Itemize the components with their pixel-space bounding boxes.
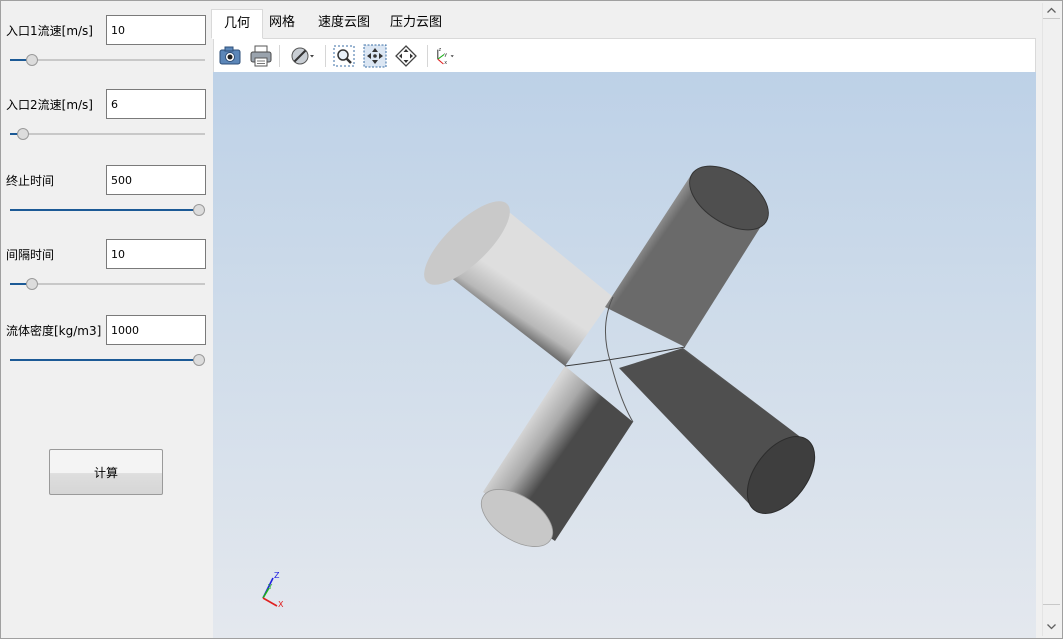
slider-thumb[interactable] <box>193 354 205 366</box>
main-window: 入口1流速[m/s] 入口2流速[m/s] 终止时间 间隔时间 流体密度[kg/… <box>0 0 1063 639</box>
axis-triad: Z Y X <box>262 571 284 609</box>
inlet1-velocity-label: 入口1流速[m/s] <box>6 24 93 38</box>
inlet2-velocity-input[interactable] <box>106 89 206 119</box>
camera-icon[interactable] <box>218 44 242 68</box>
tab-geometry[interactable]: 几何 <box>211 9 264 39</box>
display-mode-icon[interactable] <box>290 44 314 68</box>
slider-thumb[interactable] <box>26 54 39 66</box>
axis-x-label: X <box>278 600 284 609</box>
parameter-panel: 入口1流速[m/s] 入口2流速[m/s] 终止时间 间隔时间 流体密度[kg/… <box>1 1 210 638</box>
axis-z-label: Z <box>274 571 280 580</box>
inlet1-velocity-input[interactable] <box>106 15 206 45</box>
fluid-density-label: 流体密度[kg/m3] <box>6 324 102 338</box>
pipe-cross-geometry <box>424 165 816 547</box>
end-time-input[interactable] <box>106 165 206 195</box>
interval-time-slider[interactable] <box>10 277 205 291</box>
slider-thumb[interactable] <box>26 278 39 290</box>
svg-text:x: x <box>444 61 447 66</box>
fit-selection-icon[interactable] <box>394 44 418 68</box>
tab-pressure-contour[interactable]: 压力云图 <box>378 9 454 38</box>
svg-text:z: z <box>439 48 442 53</box>
fit-all-icon[interactable] <box>363 44 387 68</box>
axis-y-label: Y <box>267 583 273 591</box>
zoom-box-icon[interactable] <box>332 44 356 68</box>
inlet2-velocity-slider[interactable] <box>10 127 205 141</box>
view-tabs: 几何 网格 速度云图 压力云图 <box>211 9 1036 39</box>
scroll-down-icon[interactable] <box>1046 621 1057 632</box>
slider-thumb[interactable] <box>17 128 30 140</box>
fluid-density-slider[interactable] <box>10 353 205 367</box>
3d-viewport[interactable]: Z Y X <box>213 72 1036 638</box>
fluid-density-input[interactable] <box>106 315 206 345</box>
tab-mesh[interactable]: 网格 <box>257 9 307 38</box>
end-time-label: 终止时间 <box>6 174 55 188</box>
viewer-toolbar: z y x <box>213 39 1036 72</box>
tab-velocity-contour[interactable]: 速度云图 <box>306 9 382 38</box>
interval-time-label: 间隔时间 <box>6 248 55 262</box>
scroll-up-icon[interactable] <box>1046 5 1057 16</box>
interval-time-input[interactable] <box>106 239 206 269</box>
axes-orientation-icon[interactable]: z y x <box>433 44 457 68</box>
svg-text:y: y <box>444 53 447 58</box>
calculate-button[interactable]: 计算 <box>49 449 163 495</box>
inlet2-velocity-label: 入口2流速[m/s] <box>6 98 93 112</box>
inlet1-velocity-slider[interactable] <box>10 53 205 67</box>
end-time-slider[interactable] <box>10 203 205 217</box>
slider-thumb[interactable] <box>193 204 205 216</box>
print-icon[interactable] <box>249 44 273 68</box>
vertical-scrollbar[interactable] <box>1042 3 1060 636</box>
